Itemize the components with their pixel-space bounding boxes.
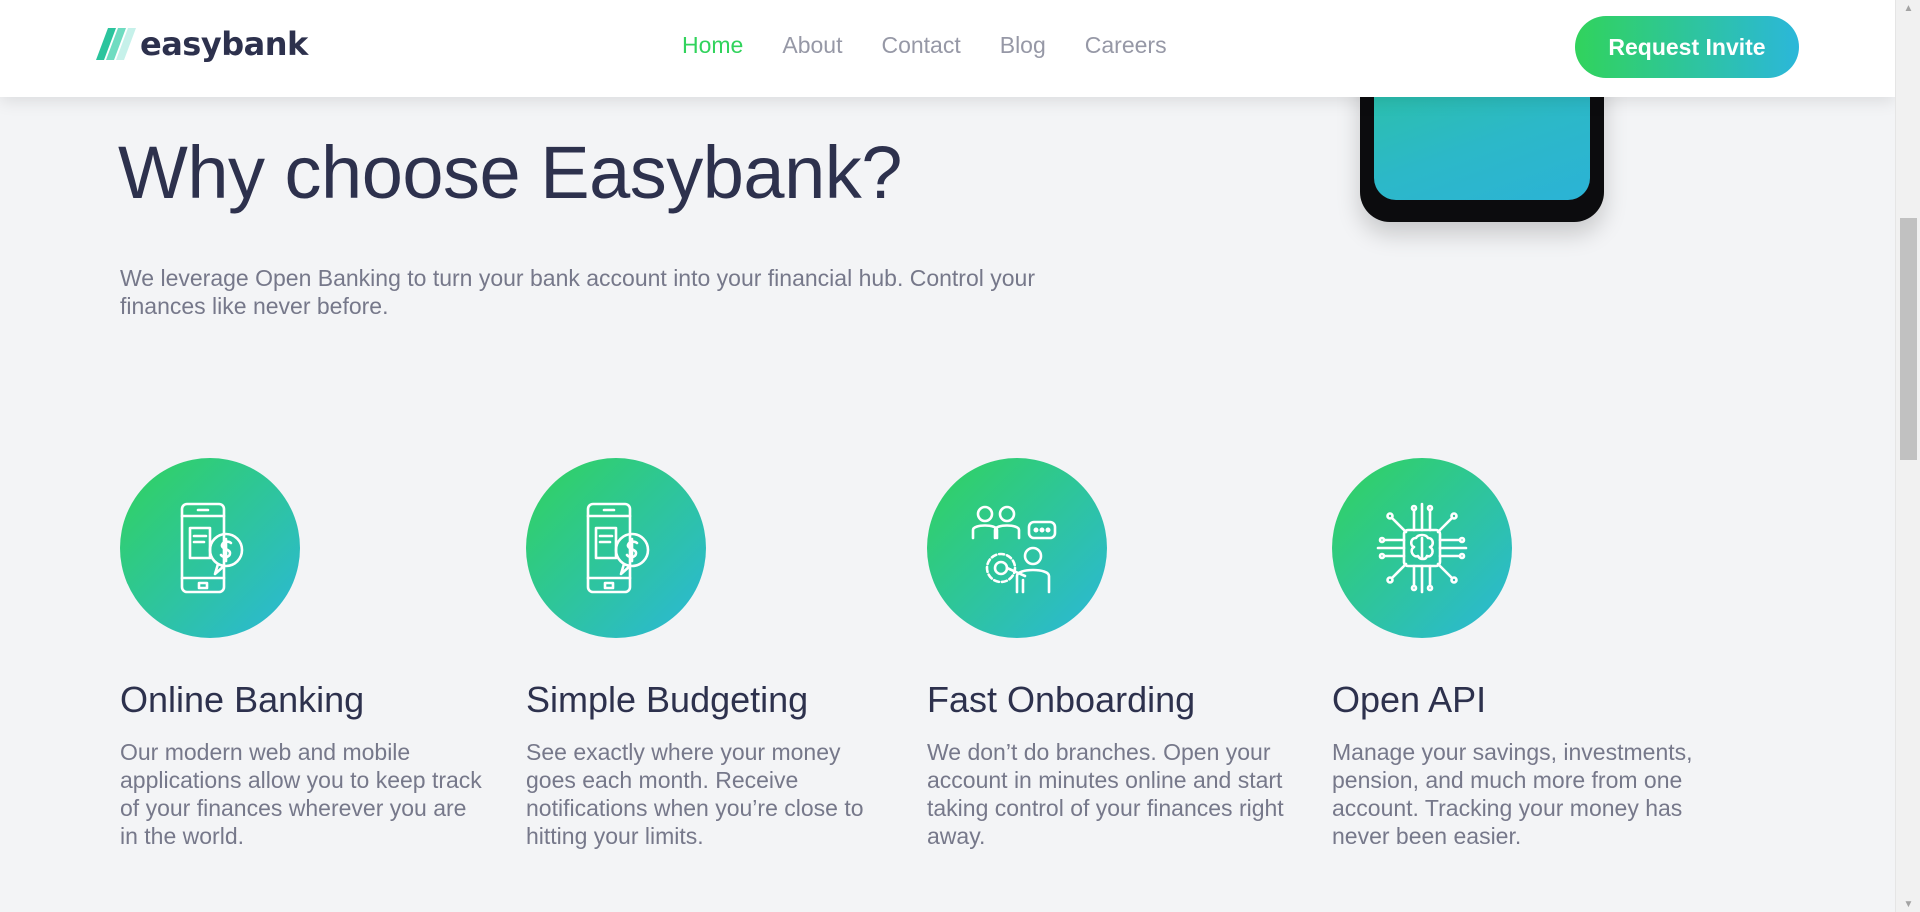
nav-link-about[interactable]: About (782, 32, 842, 59)
brand-logo[interactable]: easybank (96, 25, 308, 63)
feature-title: Fast Onboarding (927, 679, 1196, 720)
feature-icon-circle (927, 458, 1107, 638)
feature-icon-circle (120, 458, 300, 638)
feature-description: Our modern web and mobile applications a… (120, 739, 482, 849)
nav-link-home[interactable]: Home (682, 32, 743, 59)
scrollbar-thumb[interactable] (1900, 218, 1917, 460)
nav-link-contact[interactable]: Contact (881, 32, 960, 59)
feature-icon-circle (526, 458, 706, 638)
scroll-up-arrow-icon[interactable]: ▲ (1896, 0, 1920, 16)
page: easybank Home About Contact Blog Careers… (0, 0, 1895, 912)
feature-title: Simple Budgeting (526, 679, 809, 720)
feature-icon-circle (1332, 458, 1512, 638)
logo-icon (96, 28, 136, 60)
nav-link-blog[interactable]: Blog (1000, 32, 1046, 59)
feature-online-banking: Online Banking Our modern web and mobile… (120, 458, 490, 850)
site-header: easybank Home About Contact Blog Careers… (0, 0, 1895, 97)
feature-title: Open API (1332, 679, 1487, 720)
api-icon (1376, 502, 1468, 594)
scroll-down-arrow-icon[interactable]: ▼ (1896, 896, 1920, 912)
online-banking-icon (180, 502, 244, 594)
main-nav: Home About Contact Blog Careers (682, 32, 1206, 59)
feature-description: We don’t do branches. Open your account … (927, 739, 1284, 849)
vertical-scrollbar[interactable]: ▲ ▼ (1895, 0, 1920, 912)
feature-title: Online Banking (120, 679, 365, 720)
feature-description: See exactly where your money goes each m… (526, 739, 864, 849)
feature-open-api: Open API Manage your savings, investment… (1332, 458, 1702, 850)
feature-simple-budgeting: Simple Budgeting See exactly where your … (526, 458, 896, 850)
onboarding-icon (971, 505, 1057, 594)
budgeting-icon (586, 502, 650, 594)
nav-link-careers[interactable]: Careers (1085, 32, 1167, 59)
section-title: Why choose Easybank? (118, 131, 902, 214)
feature-description: Manage your savings, investments, pensio… (1332, 739, 1693, 849)
feature-fast-onboarding: Fast Onboarding We don’t do branches. Op… (927, 458, 1297, 850)
section-intro: We leverage Open Banking to turn your ba… (120, 265, 1036, 319)
brand-name: easybank (140, 25, 308, 63)
request-invite-button[interactable]: Request Invite (1575, 16, 1799, 78)
